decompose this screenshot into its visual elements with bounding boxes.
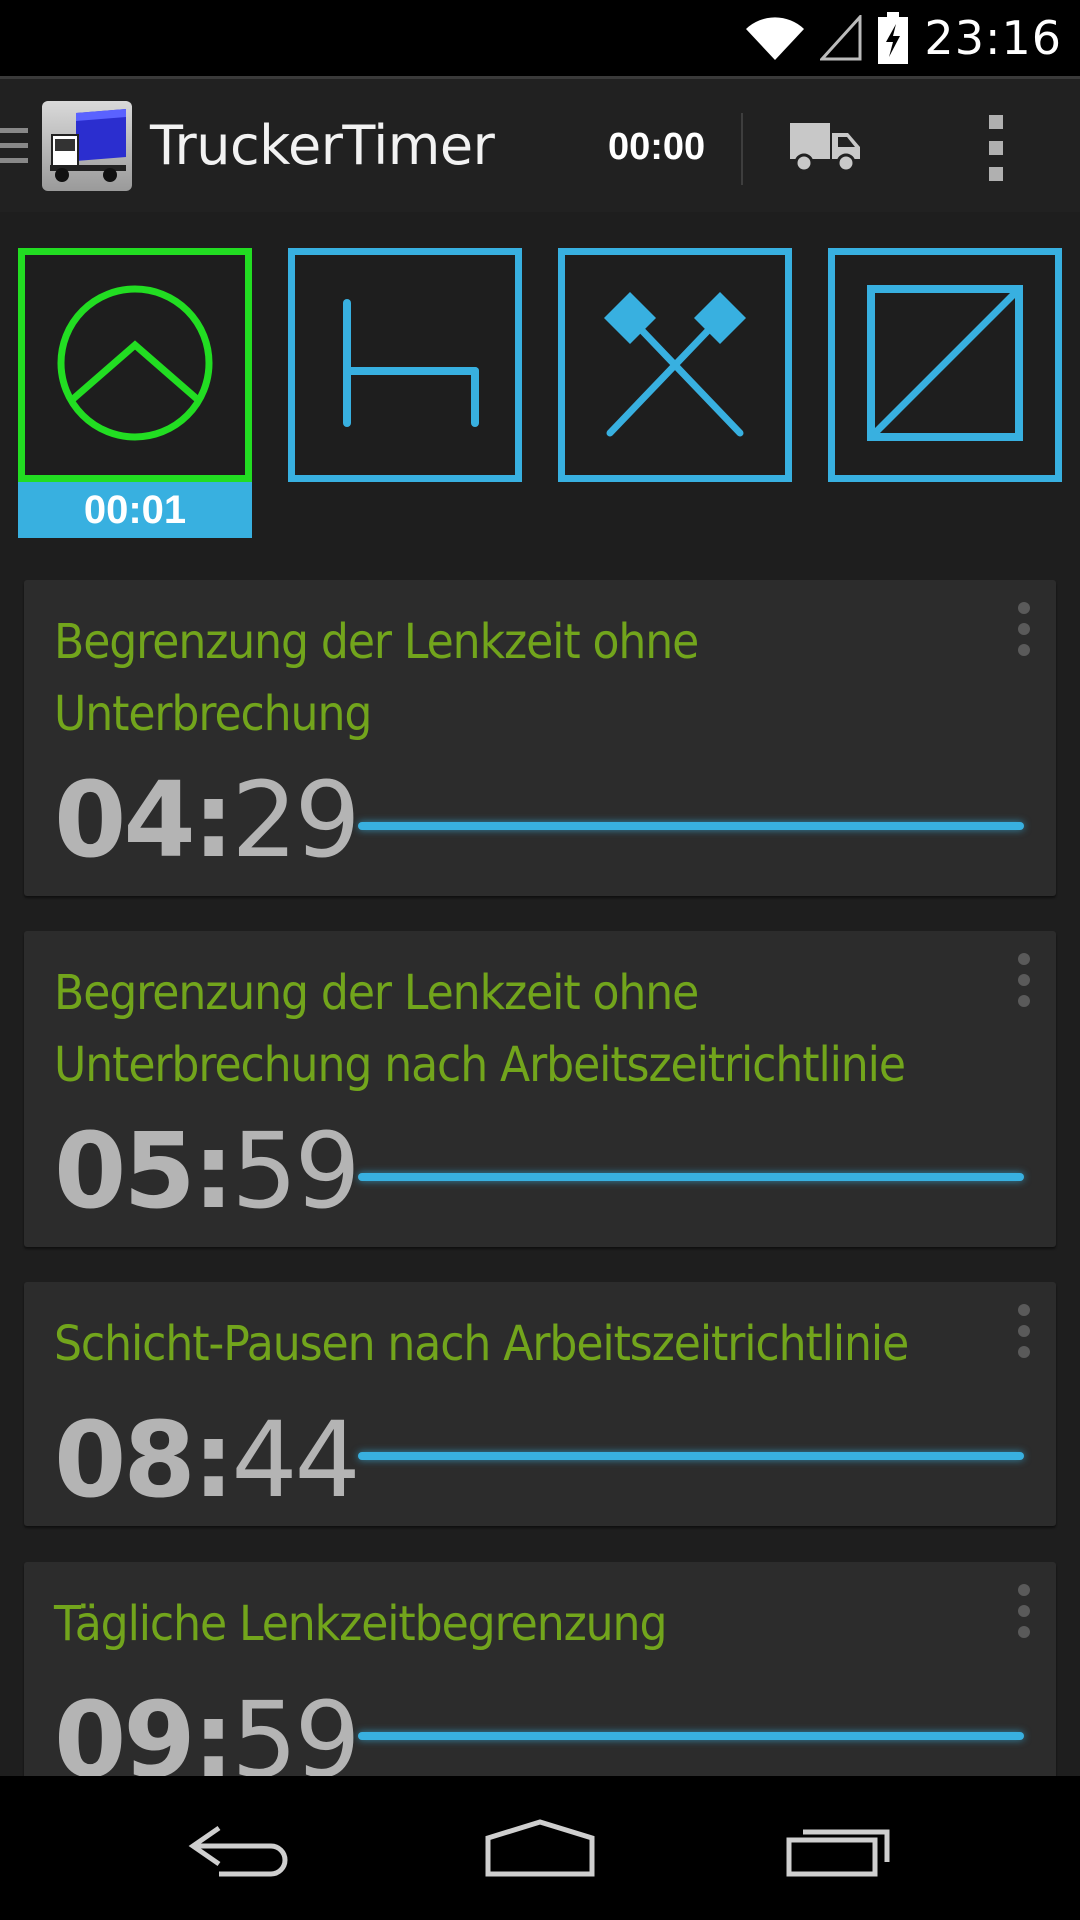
card-title: Begrenzung der Lenkzeit ohne Unterbrechu…: [54, 965, 906, 1093]
wifi-icon: [746, 16, 805, 60]
battery-charging-icon: [878, 12, 909, 64]
toolbar-divider: [741, 113, 743, 185]
mode-availability-button[interactable]: [828, 248, 1062, 482]
mode-rest-button[interactable]: [288, 248, 522, 482]
card-overflow-icon[interactable]: [1018, 1584, 1032, 1638]
diagonal-square-icon: [865, 283, 1025, 448]
app-logo-truck[interactable]: [42, 100, 132, 191]
cell-signal-icon: [820, 15, 862, 61]
toolbar-timer[interactable]: 00:00: [608, 79, 705, 215]
card-time: 08:44: [54, 1399, 361, 1521]
card-progress-bar: [358, 1732, 1024, 1740]
timer-card[interactable]: Tägliche Lenkzeitbegrenzung 09:59: [24, 1562, 1056, 1806]
timer-card[interactable]: Begrenzung der Lenkzeit ohne Unterbrechu…: [24, 580, 1056, 896]
truck-icon[interactable]: [790, 121, 862, 173]
navigation-bar: [0, 1776, 1080, 1920]
steering-wheel-icon: [55, 283, 215, 448]
card-progress-bar: [358, 1173, 1024, 1181]
card-title: Schicht-Pausen nach Arbeitszeitrichtlini…: [54, 1316, 909, 1372]
app-title: TruckerTimer: [150, 114, 495, 177]
status-bar: 23:16: [0, 0, 1080, 76]
card-overflow-icon[interactable]: [1018, 1304, 1032, 1358]
card-progress-bar: [358, 822, 1024, 830]
mode-driving-button[interactable]: [18, 248, 252, 482]
card-time: 05:59: [54, 1110, 361, 1232]
card-progress-bar: [358, 1452, 1024, 1460]
card-title: Begrenzung der Lenkzeit ohne Unterbrechu…: [54, 614, 699, 742]
card-overflow-icon[interactable]: [1018, 953, 1032, 1007]
timer-card[interactable]: Begrenzung der Lenkzeit ohne Unterbrechu…: [24, 931, 1056, 1247]
activity-modes: 00:01: [0, 212, 1080, 552]
mode-work-button[interactable]: [558, 248, 792, 482]
card-time: 04:29: [54, 759, 361, 881]
active-mode-timer: 00:01: [18, 482, 252, 538]
drawer-icon[interactable]: [0, 78, 30, 214]
timer-card[interactable]: Schicht-Pausen nach Arbeitszeitrichtlini…: [24, 1282, 1056, 1526]
card-overflow-icon[interactable]: [1018, 602, 1032, 656]
action-bar: TruckerTimer 00:00: [0, 76, 1080, 212]
home-icon[interactable]: [480, 1812, 600, 1884]
overflow-menu-icon[interactable]: [986, 115, 1006, 181]
card-title: Tägliche Lenkzeitbegrenzung: [54, 1596, 667, 1652]
recent-apps-icon[interactable]: [780, 1812, 900, 1884]
bed-icon: [325, 283, 485, 448]
crossed-hammers-icon: [590, 278, 760, 453]
status-time: 23:16: [924, 11, 1062, 65]
back-icon[interactable]: [180, 1812, 300, 1884]
